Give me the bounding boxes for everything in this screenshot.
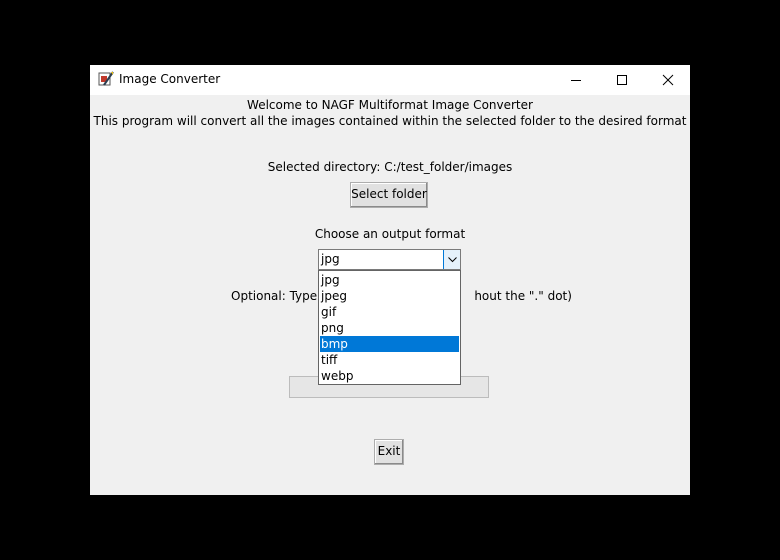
maximize-button[interactable]	[599, 65, 645, 95]
title-bar[interactable]: Image Converter	[90, 65, 690, 95]
format-selected-value: jpg	[321, 252, 340, 266]
minimize-icon	[571, 80, 581, 81]
format-combobox[interactable]: jpg	[318, 249, 461, 270]
welcome-text: Welcome to NAGF Multiformat Image Conver…	[247, 98, 533, 112]
format-option-jpeg[interactable]: jpeg	[320, 288, 459, 304]
exit-button[interactable]: Exit	[374, 439, 404, 465]
minimize-button[interactable]	[553, 65, 599, 95]
select-folder-button[interactable]: Select folder	[350, 182, 428, 208]
close-button[interactable]	[645, 65, 691, 95]
optional-label-right: hout the "." dot)	[474, 289, 572, 303]
description-text: This program will convert all the images…	[93, 114, 687, 128]
dropdown-toggle[interactable]	[443, 250, 460, 269]
format-option-bmp[interactable]: bmp	[320, 336, 459, 352]
format-option-png[interactable]: png	[320, 320, 459, 336]
chevron-down-icon	[448, 257, 457, 263]
selected-directory-text: Selected directory: C:/test_folder/image…	[267, 160, 513, 174]
format-dropdown-list[interactable]: jpg jpeg gif png bmp tiff webp	[318, 270, 461, 385]
app-icon	[98, 71, 114, 86]
format-option-webp[interactable]: webp	[320, 368, 459, 384]
optional-label-left: Optional: Type a	[231, 289, 329, 303]
window-title: Image Converter	[119, 72, 221, 86]
format-label: Choose an output format	[314, 227, 466, 241]
format-option-jpg[interactable]: jpg	[320, 272, 459, 288]
maximize-icon	[617, 75, 627, 85]
app-window: Image Converter Welcome to NAGF Multifor…	[90, 65, 690, 495]
format-option-gif[interactable]: gif	[320, 304, 459, 320]
format-option-tiff[interactable]: tiff	[320, 352, 459, 368]
close-icon	[662, 74, 674, 86]
